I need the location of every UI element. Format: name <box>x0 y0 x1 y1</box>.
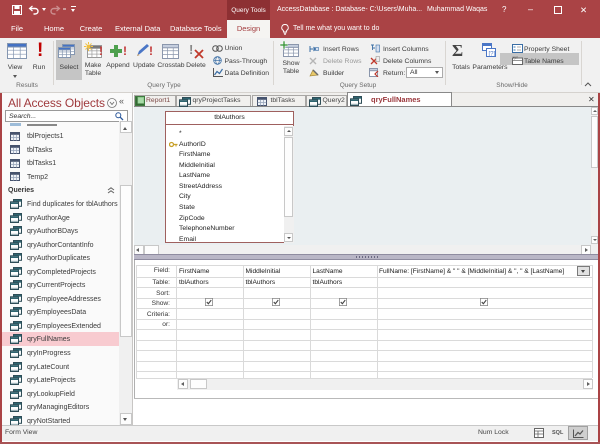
svg-text:[?]: [?] <box>489 52 496 58</box>
svg-text:xyz: xyz <box>513 56 519 60</box>
